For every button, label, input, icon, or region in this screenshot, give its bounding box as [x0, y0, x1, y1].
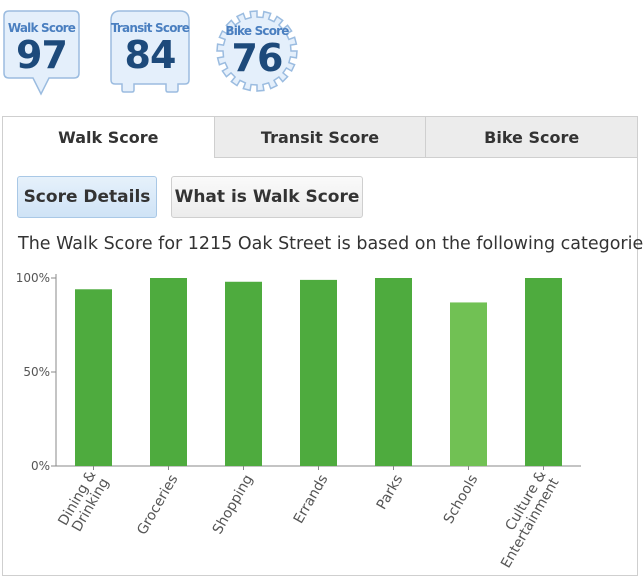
walk-score-badge[interactable]: Walk Score 97 [3, 10, 80, 96]
x-category-label: Schools [441, 472, 482, 527]
score-panel: Walk Score Transit Score Bike Score Scor… [2, 116, 643, 576]
bike-score-badge[interactable]: Bike Score 76 [213, 10, 301, 92]
x-category-label: Culture &Entertainment [485, 468, 563, 571]
bar-2[interactable] [225, 281, 262, 466]
bar-3[interactable] [300, 279, 337, 466]
x-category-label: Groceries [134, 472, 181, 538]
category-bar-chart: 0% 50% 100% Dining &Drinking Groceries Shoppi… [16, 271, 581, 571]
y-tick-label: 0% [31, 459, 50, 473]
transit-badge-score: 84 [124, 33, 177, 77]
bike-badge-score: 76 [231, 36, 284, 80]
x-category-label: Shopping [210, 472, 257, 537]
bar-4[interactable] [375, 278, 412, 466]
walk-badge-score: 97 [16, 33, 68, 77]
y-tick-label: 50% [23, 365, 50, 379]
bar-5[interactable] [450, 302, 487, 466]
transit-score-badge[interactable]: Transit Score 84 [110, 10, 190, 94]
x-category-label: Parks [374, 472, 407, 513]
x-category-label: Dining &Drinking [55, 468, 112, 536]
bar-6[interactable] [525, 278, 562, 466]
bar-0[interactable] [75, 289, 112, 466]
x-category-label: Errands [291, 472, 332, 527]
bar-1[interactable] [150, 278, 187, 466]
y-tick-label: 100% [16, 271, 50, 285]
